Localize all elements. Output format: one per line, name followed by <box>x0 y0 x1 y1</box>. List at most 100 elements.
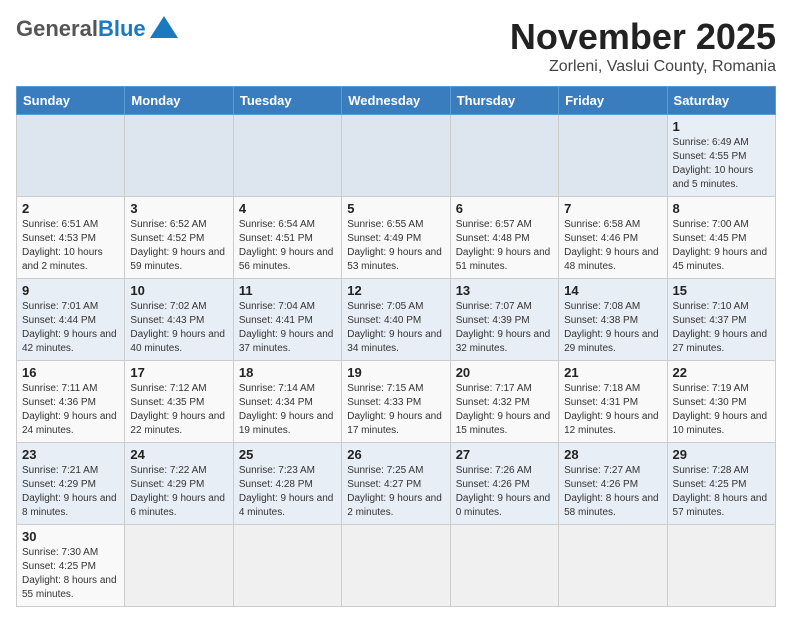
calendar-cell <box>342 525 450 607</box>
day-info: Sunrise: 6:55 AM Sunset: 4:49 PM Dayligh… <box>347 218 444 274</box>
column-header-wednesday: Wednesday <box>342 87 450 115</box>
day-info: Sunrise: 7:27 AM Sunset: 4:26 PM Dayligh… <box>564 464 661 520</box>
logo-triangle-icon <box>150 16 178 38</box>
header: General Blue November 2025 Zorleni, Vasl… <box>16 16 776 76</box>
day-number: 12 <box>347 283 444 298</box>
day-number: 15 <box>673 283 770 298</box>
day-number: 9 <box>22 283 119 298</box>
day-info: Sunrise: 7:17 AM Sunset: 4:32 PM Dayligh… <box>456 382 553 438</box>
calendar-cell: 2 Sunrise: 6:51 AM Sunset: 4:53 PM Daylig… <box>17 197 125 279</box>
day-info: Sunrise: 7:12 AM Sunset: 4:35 PM Dayligh… <box>130 382 227 438</box>
calendar-cell <box>559 525 667 607</box>
calendar-cell: 20 Sunrise: 7:17 AM Sunset: 4:32 PM Dayli… <box>450 361 558 443</box>
day-number: 18 <box>239 365 336 380</box>
day-number: 17 <box>130 365 227 380</box>
calendar-cell <box>667 525 775 607</box>
day-number: 7 <box>564 201 661 216</box>
day-info: Sunrise: 7:07 AM Sunset: 4:39 PM Dayligh… <box>456 300 553 356</box>
day-info: Sunrise: 6:58 AM Sunset: 4:46 PM Dayligh… <box>564 218 661 274</box>
day-info: Sunrise: 7:01 AM Sunset: 4:44 PM Dayligh… <box>22 300 119 356</box>
day-info: Sunrise: 7:11 AM Sunset: 4:36 PM Dayligh… <box>22 382 119 438</box>
calendar-cell: 18 Sunrise: 7:14 AM Sunset: 4:34 PM Dayli… <box>233 361 341 443</box>
calendar-cell: 12 Sunrise: 7:05 AM Sunset: 4:40 PM Dayli… <box>342 279 450 361</box>
calendar-cell: 6 Sunrise: 6:57 AM Sunset: 4:48 PM Daylig… <box>450 197 558 279</box>
day-info: Sunrise: 7:22 AM Sunset: 4:29 PM Dayligh… <box>130 464 227 520</box>
calendar-cell: 25Sunrise: 7:23 AM Sunset: 4:28 PM Dayli… <box>233 443 341 525</box>
day-number: 23 <box>22 447 119 462</box>
day-number: 22 <box>673 365 770 380</box>
calendar-cell: 16Sunrise: 7:11 AM Sunset: 4:36 PM Dayli… <box>17 361 125 443</box>
day-number: 30 <box>22 529 119 544</box>
calendar-cell: 27 Sunrise: 7:26 AM Sunset: 4:26 PM Dayli… <box>450 443 558 525</box>
day-number: 2 <box>22 201 119 216</box>
calendar-cell: 13Sunrise: 7:07 AM Sunset: 4:39 PM Dayli… <box>450 279 558 361</box>
day-number: 24 <box>130 447 227 462</box>
calendar-cell <box>342 115 450 197</box>
day-info: Sunrise: 6:57 AM Sunset: 4:48 PM Dayligh… <box>456 218 553 274</box>
calendar-cell: 14Sunrise: 7:08 AM Sunset: 4:38 PM Dayli… <box>559 279 667 361</box>
calendar-table: SundayMondayTuesdayWednesdayThursdayFrid… <box>16 86 776 607</box>
calendar-cell <box>450 115 558 197</box>
day-info: Sunrise: 6:51 AM Sunset: 4:53 PM Dayligh… <box>22 218 119 274</box>
calendar-week-row: 16Sunrise: 7:11 AM Sunset: 4:36 PM Dayli… <box>17 361 776 443</box>
day-number: 5 <box>347 201 444 216</box>
calendar-week-row: 23Sunrise: 7:21 AM Sunset: 4:29 PM Dayli… <box>17 443 776 525</box>
calendar-cell: 17 Sunrise: 7:12 AM Sunset: 4:35 PM Dayli… <box>125 361 233 443</box>
month-title: November 2025 <box>510 16 776 58</box>
location-subtitle: Zorleni, Vaslui County, Romania <box>510 58 776 76</box>
day-info: Sunrise: 7:15 AM Sunset: 4:33 PM Dayligh… <box>347 382 444 438</box>
calendar-cell: 19 Sunrise: 7:15 AM Sunset: 4:33 PM Dayli… <box>342 361 450 443</box>
title-area: November 2025 Zorleni, Vaslui County, Ro… <box>510 16 776 76</box>
day-info: Sunrise: 7:23 AM Sunset: 4:28 PM Dayligh… <box>239 464 336 520</box>
calendar-week-row: 9 Sunrise: 7:01 AM Sunset: 4:44 PM Daylig… <box>17 279 776 361</box>
calendar-cell <box>559 115 667 197</box>
column-header-sunday: Sunday <box>17 87 125 115</box>
calendar-cell: 7 Sunrise: 6:58 AM Sunset: 4:46 PM Daylig… <box>559 197 667 279</box>
day-number: 14 <box>564 283 661 298</box>
day-info: Sunrise: 7:25 AM Sunset: 4:27 PM Dayligh… <box>347 464 444 520</box>
calendar-cell: 23Sunrise: 7:21 AM Sunset: 4:29 PM Dayli… <box>17 443 125 525</box>
calendar-cell: 9 Sunrise: 7:01 AM Sunset: 4:44 PM Daylig… <box>17 279 125 361</box>
day-info: Sunrise: 7:28 AM Sunset: 4:25 PM Dayligh… <box>673 464 770 520</box>
calendar-cell: 28Sunrise: 7:27 AM Sunset: 4:26 PM Dayli… <box>559 443 667 525</box>
calendar-week-row: 2 Sunrise: 6:51 AM Sunset: 4:53 PM Daylig… <box>17 197 776 279</box>
calendar-cell: 3Sunrise: 6:52 AM Sunset: 4:52 PM Daylig… <box>125 197 233 279</box>
day-number: 6 <box>456 201 553 216</box>
calendar-cell <box>233 525 341 607</box>
day-info: Sunrise: 7:10 AM Sunset: 4:37 PM Dayligh… <box>673 300 770 356</box>
calendar-cell: 24 Sunrise: 7:22 AM Sunset: 4:29 PM Dayli… <box>125 443 233 525</box>
day-number: 10 <box>130 283 227 298</box>
day-number: 26 <box>347 447 444 462</box>
calendar-cell: 1 Sunrise: 6:49 AM Sunset: 4:55 PM Daylig… <box>667 115 775 197</box>
day-info: Sunrise: 7:19 AM Sunset: 4:30 PM Dayligh… <box>673 382 770 438</box>
day-number: 19 <box>347 365 444 380</box>
calendar-week-row: 30Sunrise: 7:30 AM Sunset: 4:25 PM Dayli… <box>17 525 776 607</box>
day-number: 1 <box>673 119 770 134</box>
calendar-cell: 4Sunrise: 6:54 AM Sunset: 4:51 PM Daylig… <box>233 197 341 279</box>
column-header-friday: Friday <box>559 87 667 115</box>
day-info: Sunrise: 7:05 AM Sunset: 4:40 PM Dayligh… <box>347 300 444 356</box>
calendar-cell: 15 Sunrise: 7:10 AM Sunset: 4:37 PM Dayli… <box>667 279 775 361</box>
day-info: Sunrise: 7:00 AM Sunset: 4:45 PM Dayligh… <box>673 218 770 274</box>
column-header-monday: Monday <box>125 87 233 115</box>
calendar-cell: 10 Sunrise: 7:02 AM Sunset: 4:43 PM Dayli… <box>125 279 233 361</box>
day-info: Sunrise: 6:54 AM Sunset: 4:51 PM Dayligh… <box>239 218 336 274</box>
day-info: Sunrise: 7:26 AM Sunset: 4:26 PM Dayligh… <box>456 464 553 520</box>
day-number: 29 <box>673 447 770 462</box>
day-info: Sunrise: 7:14 AM Sunset: 4:34 PM Dayligh… <box>239 382 336 438</box>
calendar-cell: 29 Sunrise: 7:28 AM Sunset: 4:25 PM Dayli… <box>667 443 775 525</box>
calendar-cell <box>125 115 233 197</box>
calendar-cell: 30Sunrise: 7:30 AM Sunset: 4:25 PM Dayli… <box>17 525 125 607</box>
day-info: Sunrise: 7:02 AM Sunset: 4:43 PM Dayligh… <box>130 300 227 356</box>
day-number: 8 <box>673 201 770 216</box>
calendar-cell <box>233 115 341 197</box>
day-number: 20 <box>456 365 553 380</box>
calendar-cell: 8 Sunrise: 7:00 AM Sunset: 4:45 PM Daylig… <box>667 197 775 279</box>
day-number: 11 <box>239 283 336 298</box>
day-info: Sunrise: 6:49 AM Sunset: 4:55 PM Dayligh… <box>673 136 770 192</box>
day-number: 27 <box>456 447 553 462</box>
column-header-tuesday: Tuesday <box>233 87 341 115</box>
calendar-week-row: 1 Sunrise: 6:49 AM Sunset: 4:55 PM Daylig… <box>17 115 776 197</box>
logo: General Blue <box>16 16 178 42</box>
day-info: Sunrise: 7:18 AM Sunset: 4:31 PM Dayligh… <box>564 382 661 438</box>
